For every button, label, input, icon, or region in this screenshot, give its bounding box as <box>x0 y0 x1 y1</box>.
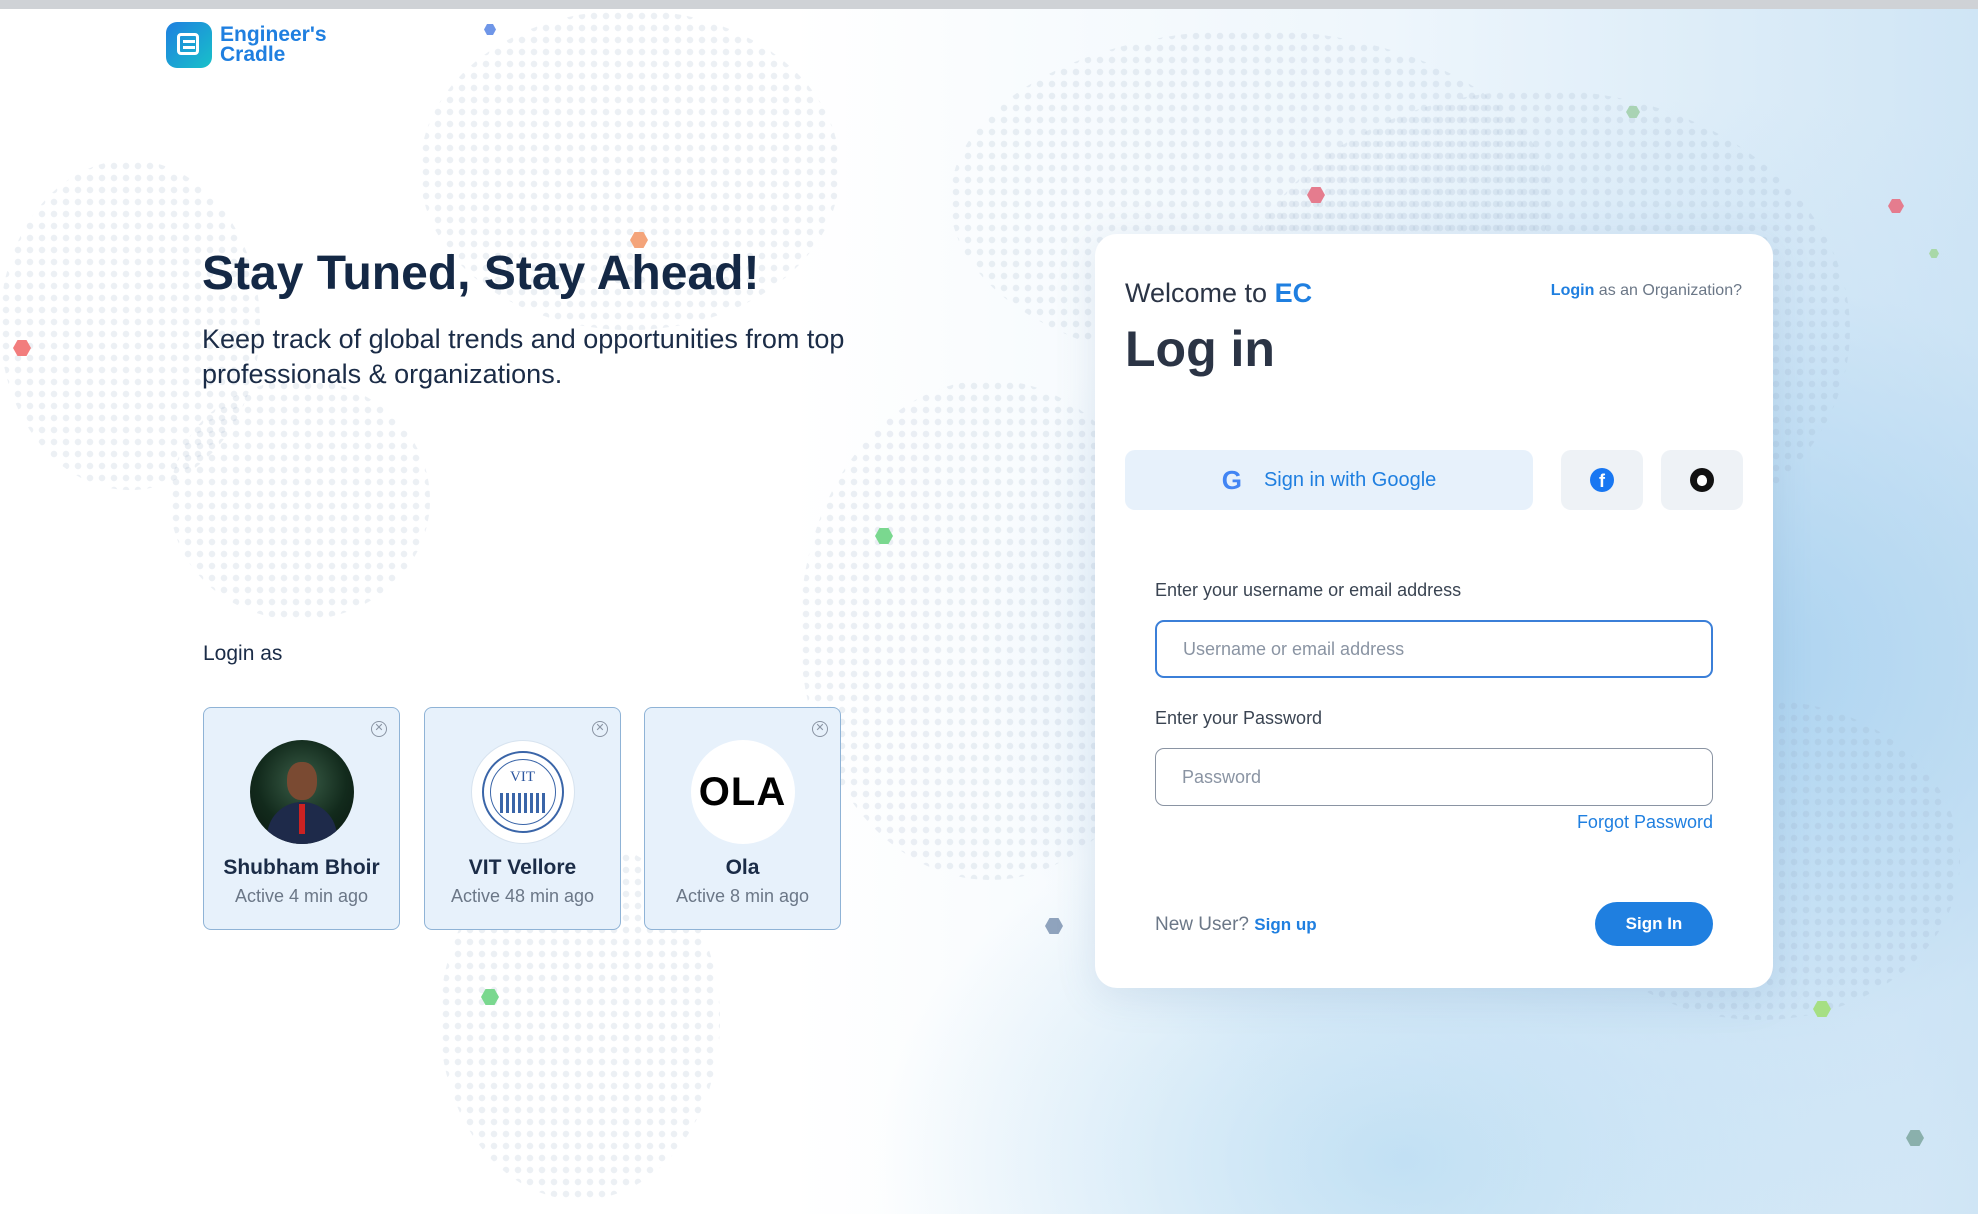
close-circle-icon[interactable]: ✕ <box>812 721 828 737</box>
login-as-label: Login as <box>203 642 283 665</box>
username-input[interactable] <box>1155 620 1713 678</box>
saved-account-card[interactable]: ✕ Shubham Bhoir Active 4 min ago <box>203 707 400 930</box>
saved-account-card[interactable]: ✕ OLA Ola Active 8 min ago <box>644 707 841 930</box>
organization-login-link[interactable]: Login <box>1551 282 1595 299</box>
apple-icon <box>1690 468 1714 492</box>
close-circle-icon[interactable]: ✕ <box>592 721 608 737</box>
map-decoration <box>170 380 430 620</box>
close-circle-icon[interactable]: ✕ <box>371 721 387 737</box>
forgot-password-link[interactable]: Forgot Password <box>1577 812 1713 833</box>
apple-signin-button[interactable] <box>1661 450 1743 510</box>
account-status: Active 48 min ago <box>450 886 595 906</box>
account-status: Active 4 min ago <box>234 886 369 906</box>
facebook-icon: f <box>1590 468 1614 492</box>
google-signin-button[interactable]: G Sign in with Google <box>1125 450 1533 510</box>
welcome-text: Welcome to EC <box>1125 278 1313 308</box>
password-input[interactable] <box>1155 748 1713 806</box>
saved-account-card[interactable]: ✕ VIT VIT Vellore Active 48 min ago <box>424 707 621 930</box>
login-card: Welcome to EC Login as an Organization? … <box>1095 234 1773 988</box>
password-label: Enter your Password <box>1155 708 1323 728</box>
vit-logo: VIT <box>470 740 575 844</box>
new-user-prompt: New User? Sign up <box>1155 914 1317 935</box>
page-title: Log in <box>1125 321 1275 377</box>
brand-logo[interactable]: Engineer's Cradle <box>166 22 327 68</box>
account-name: VIT Vellore <box>468 856 577 879</box>
browser-top-bar <box>0 0 1978 9</box>
account-name: Ola <box>725 856 760 879</box>
hero-subtitle: Keep track of global trends and opportun… <box>202 324 845 389</box>
organization-login: Login as an Organization? <box>1550 282 1742 299</box>
hero-title: Stay Tuned, Stay Ahead! <box>202 247 760 300</box>
sign-in-button[interactable]: Sign In <box>1595 902 1713 946</box>
avatar <box>249 740 354 844</box>
sign-up-link[interactable]: Sign up <box>1254 915 1316 934</box>
google-signin-label: Sign in with Google <box>1263 468 1437 491</box>
google-icon: G <box>1221 464 1242 495</box>
facebook-signin-button[interactable]: f <box>1561 450 1643 510</box>
account-name: Shubham Bhoir <box>223 856 380 879</box>
logo-icon <box>166 22 212 68</box>
username-label: Enter your username or email address <box>1155 580 1462 600</box>
ola-logo: OLA <box>690 740 795 844</box>
brand-name: Engineer's Cradle <box>220 23 327 66</box>
account-status: Active 8 min ago <box>675 886 810 906</box>
